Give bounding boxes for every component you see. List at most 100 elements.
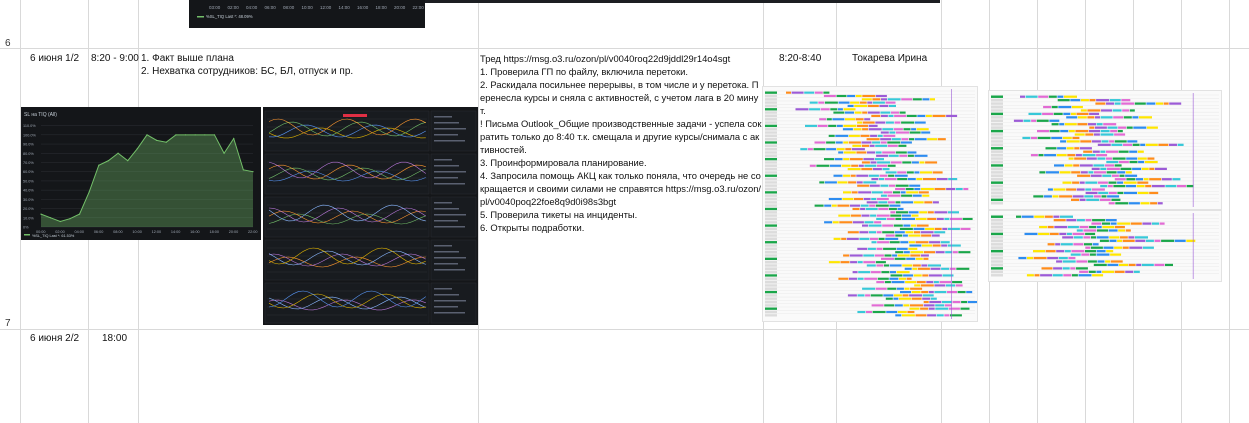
- sched-block: [863, 181, 877, 184]
- sched-block: [1033, 256, 1047, 260]
- sl-chart-image[interactable]: SL на TIQ (All) 0% 10.0% 20.0% 30.0% 40.0% 50.…: [21, 107, 261, 240]
- dash-legend-row: [434, 128, 466, 130]
- sched-block: [1138, 160, 1145, 164]
- top-chart-image[interactable]: 03:00 02:00 04:00 06:00 08:00 10:00 12:00 14:00…: [189, 0, 425, 28]
- sched-block: [860, 204, 869, 207]
- sched-block: [856, 174, 869, 177]
- sched-block: [1066, 140, 1080, 143]
- sched-name-cell: [765, 231, 777, 234]
- sched-block: [1049, 129, 1060, 133]
- sched-block: [880, 184, 889, 187]
- sched-block: [916, 128, 929, 131]
- sched-block: [876, 197, 889, 201]
- sched-block: [940, 241, 950, 244]
- sched-block: [848, 141, 861, 144]
- sched-block: [1112, 109, 1122, 112]
- sched-block: [895, 217, 902, 221]
- sched-block: [1095, 116, 1100, 119]
- sched-name-cell: [765, 148, 777, 151]
- sched-block: [1149, 167, 1155, 171]
- schedule-image-1[interactable]: [762, 86, 978, 322]
- sched-block: [1128, 236, 1135, 239]
- row-number-6[interactable]: 6: [0, 38, 25, 49]
- sched-block: [855, 94, 862, 98]
- sched-block: [1030, 154, 1038, 157]
- sched-block: [826, 118, 832, 121]
- sched-block: [1047, 243, 1055, 246]
- sched-block: [1074, 147, 1080, 150]
- sched-block: [882, 224, 894, 227]
- person-cell[interactable]: Токарева Ирина: [852, 52, 927, 65]
- sched-block: [817, 124, 828, 127]
- sched-block: [942, 274, 954, 277]
- sched-block: [899, 227, 913, 230]
- x-tick-label: 04:00: [75, 230, 85, 234]
- sched-block: [1111, 198, 1121, 201]
- sched-block: [910, 287, 923, 290]
- sched-block: [809, 164, 816, 167]
- sched-block: [843, 254, 850, 257]
- sched-block: [890, 214, 902, 217]
- sched-block: [1064, 95, 1077, 98]
- sched-block: [960, 227, 971, 230]
- sched-block: [846, 237, 859, 240]
- sched-block: [877, 164, 887, 167]
- sched-block: [884, 264, 889, 267]
- sched-block: [872, 141, 881, 144]
- schedule-image-3[interactable]: [988, 210, 1222, 282]
- sched-block: [867, 101, 873, 104]
- issue-1[interactable]: 1. Факт выше плана: [141, 52, 234, 65]
- action-line: 4. Запросила помощь АКЦ как только понял…: [480, 170, 762, 207]
- sched-block: [877, 134, 883, 137]
- sched-block: [878, 237, 885, 240]
- sched-block: [1121, 102, 1135, 105]
- y-tick-label: 10.0%: [23, 216, 34, 220]
- schedule-image-2[interactable]: [988, 90, 1222, 210]
- sched-block: [903, 304, 910, 307]
- sched-block: [858, 191, 872, 194]
- date-cell[interactable]: 6 июня 1/2: [30, 52, 79, 65]
- sched-block: [1102, 270, 1114, 273]
- sched-block: [1115, 202, 1129, 205]
- sched-name-cell: [991, 202, 1003, 205]
- sched-block: [1066, 232, 1072, 236]
- sched-block: [1119, 263, 1128, 267]
- sched-block: [901, 314, 915, 317]
- sched-block: [1165, 184, 1177, 188]
- issue-2[interactable]: 2. Нехватка сотрудников: БС, БЛ, отпуск …: [141, 65, 353, 78]
- sched-block: [1128, 263, 1136, 267]
- time-cell[interactable]: 8:20 - 9:00: [91, 52, 139, 65]
- sched-block: [1081, 253, 1090, 256]
- sched-block: [833, 237, 841, 240]
- row-number-7[interactable]: 7: [0, 318, 25, 329]
- sched-name-cell: [765, 131, 777, 134]
- top-x-tick: 18:00: [376, 5, 388, 10]
- sched-block: [1113, 116, 1124, 119]
- sched-block: [1043, 105, 1052, 109]
- sched-block: [947, 291, 957, 294]
- sched-block: [928, 274, 942, 277]
- sched-block: [849, 158, 863, 161]
- sched-name-cell: [991, 239, 1003, 243]
- sched-block: [925, 114, 932, 117]
- sched-block: [924, 251, 935, 254]
- actions-cell[interactable]: Тред https://msg.o3.ru/ozon/pl/v0040roq2…: [480, 52, 762, 234]
- sched-block: [1102, 222, 1110, 225]
- sched-block: [843, 124, 857, 127]
- sched-name-cell: [765, 161, 777, 164]
- time-cell-2[interactable]: 18:00: [102, 332, 127, 345]
- sched-block: [887, 98, 901, 101]
- sched-block: [1083, 150, 1093, 153]
- date-cell-2[interactable]: 6 июня 2/2: [30, 332, 79, 345]
- sched-block: [852, 221, 864, 224]
- sched-block: [927, 314, 937, 317]
- sched-block: [1031, 119, 1037, 122]
- sched-block: [1033, 195, 1044, 198]
- sched-block: [914, 121, 926, 124]
- sched-block: [1151, 184, 1165, 188]
- sched-block: [863, 197, 871, 201]
- sched-block: [967, 300, 977, 304]
- dash-legend-row: [434, 306, 458, 308]
- time2-cell[interactable]: 8:20-8:40: [779, 52, 821, 65]
- dashboard-image[interactable]: [263, 107, 478, 325]
